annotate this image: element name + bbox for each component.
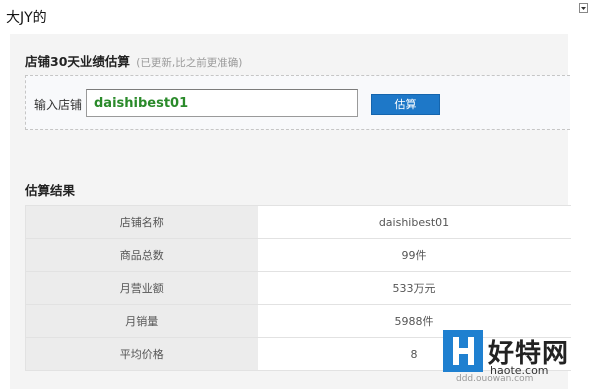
row-label: 月销量 bbox=[25, 304, 258, 338]
row-label: 店铺名称 bbox=[25, 205, 258, 239]
watermark-domain-secondary: ddd.ouowan.com bbox=[456, 374, 534, 384]
estimate-button[interactable]: 估算 bbox=[371, 94, 440, 115]
estimate-section-title: 店铺30天业绩估算 (已更新,比之前更准确) bbox=[25, 51, 242, 70]
table-row: 商品总数 99件 bbox=[25, 238, 571, 272]
shop-input-label: 输入店铺 bbox=[34, 98, 83, 112]
row-value: 533万元 bbox=[257, 271, 571, 305]
row-label: 商品总数 bbox=[25, 238, 258, 272]
row-label: 平均价格 bbox=[25, 337, 258, 371]
table-row: 店铺名称 daishibest01 bbox=[25, 205, 571, 239]
estimate-title: 店铺30天业绩估算 bbox=[25, 54, 130, 69]
row-label: 月营业额 bbox=[25, 271, 258, 305]
row-value: 99件 bbox=[257, 238, 571, 272]
page-title: 大JY的 bbox=[6, 10, 47, 26]
h-logo-icon bbox=[443, 330, 483, 372]
results-title: 估算结果 bbox=[25, 183, 76, 198]
scroll-arrow-icon[interactable] bbox=[579, 3, 588, 13]
shop-name-input[interactable] bbox=[86, 89, 358, 117]
estimate-note: (已更新,比之前更准确) bbox=[136, 57, 243, 69]
row-value: daishibest01 bbox=[257, 205, 571, 239]
table-row: 月营业额 533万元 bbox=[25, 271, 571, 305]
